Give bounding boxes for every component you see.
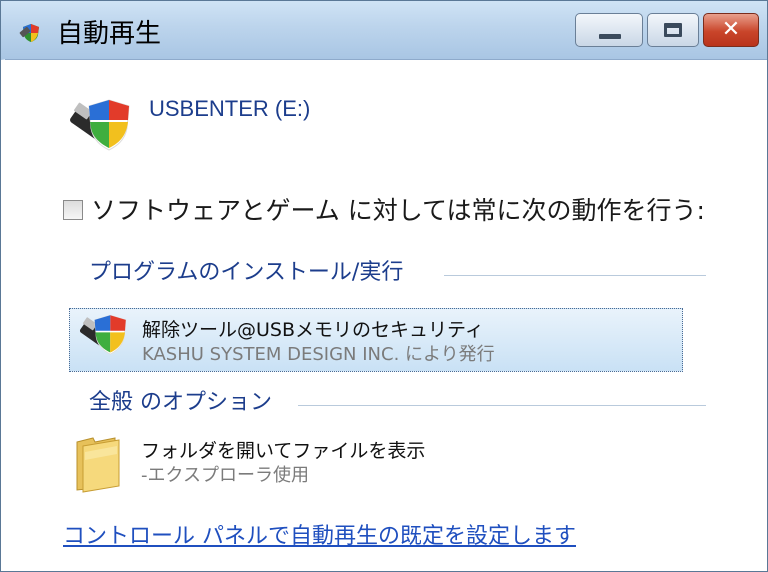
option-unlock-tool[interactable]: 解除ツール@USBメモリのセキュリティ KASHU SYSTEM DESIGN … bbox=[69, 308, 683, 372]
device-label: USBENTER (E:) bbox=[149, 96, 311, 121]
autoplay-window: 自動再生 ✕ USBENTER (E:) ソフトウェアとゲーム に対しては常に次… bbox=[0, 0, 768, 572]
always-do-label[interactable]: ソフトウェアとゲーム に対しては常に次の動作を行う: bbox=[91, 194, 705, 228]
autoplay-defaults-link[interactable]: コントロール パネルで自動再生の既定を設定します bbox=[63, 518, 576, 550]
option-open-folder[interactable]: フォルダを開いてファイルを表示 -エクスプローラ使用 bbox=[69, 430, 683, 494]
autoplay-icon bbox=[19, 24, 39, 42]
usb-drive-shield-icon bbox=[70, 99, 130, 151]
option-publisher: KASHU SYSTEM DESIGN INC. により発行 bbox=[142, 344, 495, 365]
section-divider bbox=[298, 405, 706, 406]
minimize-icon bbox=[599, 34, 621, 39]
window-title: 自動再生 bbox=[57, 19, 162, 49]
maximize-icon bbox=[664, 23, 682, 37]
close-button[interactable]: ✕ bbox=[703, 13, 759, 47]
section-divider bbox=[444, 275, 706, 276]
close-icon: ✕ bbox=[721, 17, 741, 42]
folder-icon bbox=[76, 437, 120, 493]
minimize-button[interactable] bbox=[575, 13, 643, 47]
section-heading-install: プログラムのインストール/実行 bbox=[89, 260, 404, 285]
usb-drive-shield-icon bbox=[79, 314, 127, 355]
maximize-button[interactable] bbox=[647, 13, 699, 47]
option-title: 解除ツール@USBメモリのセキュリティ bbox=[142, 319, 484, 341]
option-subtitle: -エクスプローラ使用 bbox=[141, 465, 309, 486]
option-title: フォルダを開いてファイルを表示 bbox=[141, 440, 426, 462]
window-content: USBENTER (E:) ソフトウェアとゲーム に対しては常に次の動作を行う:… bbox=[1, 60, 767, 571]
title-bar[interactable]: 自動再生 ✕ bbox=[1, 1, 767, 60]
always-do-checkbox[interactable] bbox=[63, 200, 83, 220]
section-heading-general: 全般 のオプション bbox=[89, 390, 272, 415]
